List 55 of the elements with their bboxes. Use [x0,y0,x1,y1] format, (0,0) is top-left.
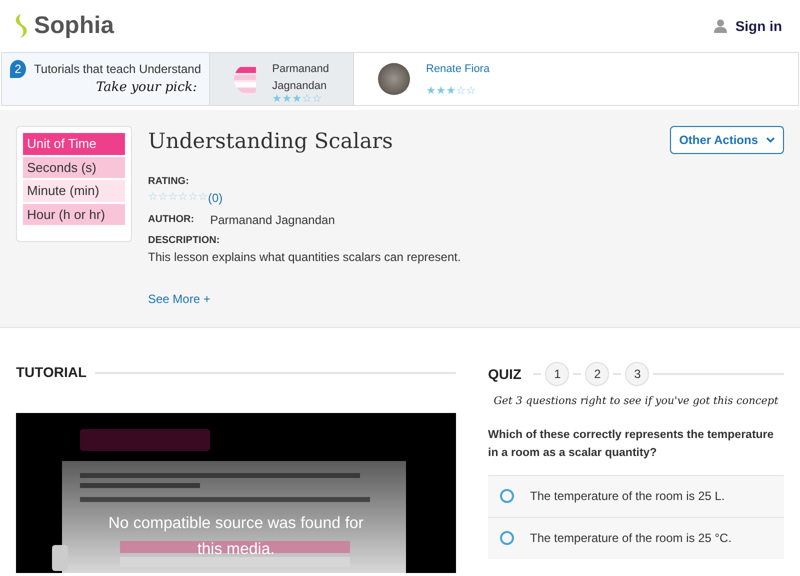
tutorial-option[interactable]: Parmanand Jagnandan ★★★☆☆ [209,53,354,105]
rating-label: RATING: [148,174,190,188]
question-step[interactable]: 1 [545,362,570,386]
answer-text: The temperature of the room is 25 L. [530,488,725,506]
answer-option[interactable]: The temperature of the room is 25 °C. [488,516,784,559]
table-row: Minute (min) [23,180,125,202]
description-text: This lesson explains what quantities scalars can represent. [148,248,462,266]
star-icon: ☆ [456,86,466,97]
star-icon: ★ [426,86,436,97]
star-icon: ☆ [188,192,198,203]
star-icon: ☆ [302,94,312,105]
author-name: Parmanand Jagnandan [272,62,329,94]
star-icon: ★ [272,94,282,105]
question-step[interactable]: 2 [585,362,610,386]
star-icon: ☆ [168,192,178,203]
radio-button[interactable] [500,531,514,546]
answer-text: The temperature of the room is 25 °C. [530,530,732,548]
star-icon: ☆ [312,94,322,105]
quiz-heading: QUIZ [488,364,522,384]
table-row: Hour (h or hr) [23,204,125,225]
pick-title: Tutorials that teach Understand [34,61,201,78]
star-icon: ☆ [198,192,208,203]
star-icon: ★ [446,86,456,97]
rating-count: (0) [208,190,223,206]
count-badge: 2 [10,60,26,78]
lesson-title: Understanding Scalars [148,128,393,155]
avatar-icon [378,63,410,95]
author-name: Parmanand Jagnandan [210,212,335,228]
user-icon [714,19,728,33]
star-icon: ☆ [466,86,476,97]
pick-subtitle: Take your pick: [94,79,198,98]
star-icon: ★ [282,94,292,105]
caret-icon [766,137,775,143]
see-more-link[interactable]: See More + [148,290,210,308]
star-icon: ☆ [158,192,168,203]
author-label: AUTHOR: [148,213,194,227]
author-name: Renate Fiora [426,62,490,77]
question-step[interactable]: 3 [625,362,650,386]
table-row: Seconds (s) [23,156,125,178]
logo-text[interactable]: Sophia [34,8,114,44]
star-icon: ☆ [178,192,188,203]
question-text: Which of these correctly represents the temperature in a room as a scalar quantity? [488,428,775,462]
description-label: DESCRIPTION: [148,234,221,248]
sign-in-link[interactable]: Sign in [708,14,788,38]
star-icon: ★ [292,94,302,105]
quiz-tagline: Get 3 questions right to see if you've got this concept [492,394,780,409]
other-actions-button[interactable]: Other Actions [670,126,784,154]
radio-button[interactable] [500,489,514,504]
star-icon: ☆ [148,192,158,203]
star-icon: ★ [436,86,446,97]
tutorial-option[interactable]: Renate Fiora ★★★☆☆ [354,53,798,105]
answer-option[interactable]: The temperature of the room is 25 L. [488,474,784,517]
tutorial-heading: TUTORIAL [16,363,87,382]
video-message: No compatible source was found for this media. [107,514,365,560]
table-row: Unit of Time [23,133,125,154]
